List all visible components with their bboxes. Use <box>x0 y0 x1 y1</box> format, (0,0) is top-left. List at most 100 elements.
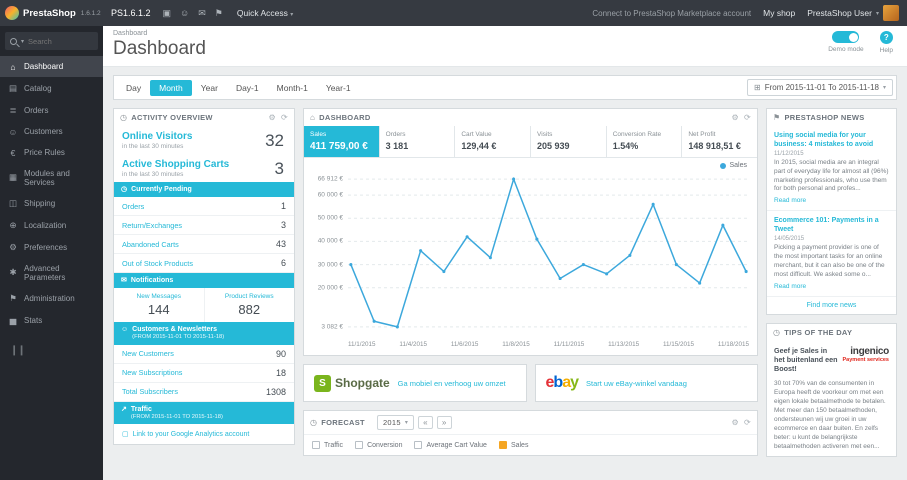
return-exchanges-row[interactable]: Return/Exchanges 3 <box>114 216 294 236</box>
pending-orders-row[interactable]: Orders 1 <box>114 197 294 217</box>
next-year-button[interactable]: » <box>436 416 452 429</box>
product-reviews-stat[interactable]: Product Reviews 882 <box>205 288 295 322</box>
kpi-conversion-rate[interactable]: Conversion Rate 1.54% <box>607 126 683 157</box>
kpi-visits[interactable]: Visits 205 939 <box>531 126 607 157</box>
prestashop-logo-zone[interactable]: PrestaShop 1.6.1.2 <box>0 0 103 26</box>
chart-x-labels: 11/1/2015 11/4/2015 11/6/2015 11/8/2015 11/1… <box>348 338 749 353</box>
breadcrumb: Dashboard <box>113 30 148 37</box>
sidebar-item-catalog[interactable]: ▤ Catalog <box>0 77 103 99</box>
checkbox-icon[interactable] <box>498 441 507 449</box>
news-item-title[interactable]: Ecommerce 101: Payments in a Tweet <box>774 216 889 234</box>
person-icon[interactable]: ☺ <box>180 8 189 19</box>
flag-icon[interactable]: ⚑ <box>215 8 223 19</box>
news-panel-title: PrestaShop News <box>784 113 865 122</box>
sidebar-item-label: Customers <box>24 127 63 136</box>
kpi-sales[interactable]: Sales 411 759,00 € <box>304 126 380 157</box>
news-item-title[interactable]: Using social media for your business: 4 … <box>774 131 889 149</box>
collapse-menu-button[interactable]: ❙❙ <box>0 341 103 360</box>
administration-icon: ⚑ <box>9 292 17 303</box>
news-icon: ⚑ <box>773 113 781 122</box>
page-header: Dashboard Dashboard Demo mode ? Help <box>103 26 907 67</box>
checkbox-icon[interactable] <box>414 441 423 449</box>
gear-icon[interactable]: ⚙ <box>269 113 276 122</box>
total-subscribers-row[interactable]: Total Subscribers 1308 <box>114 383 294 402</box>
ebay-link[interactable]: Start uw eBay-winkel vandaag <box>586 379 687 388</box>
tab-day-minus-1[interactable]: Day-1 <box>227 80 268 96</box>
new-customers-row[interactable]: New Customers 90 <box>114 345 294 364</box>
year-select[interactable]: 2015 ▾ <box>376 415 415 430</box>
my-shop-link[interactable]: My shop <box>763 8 795 18</box>
shopgate-link[interactable]: Ga mobiel en verhoog uw omzet <box>398 379 506 388</box>
refresh-icon[interactable]: ⟳ <box>744 113 751 122</box>
help-control: ? Help <box>880 31 893 54</box>
date-range-picker[interactable]: ⊞ From 2015-11-01 To 2015-11-18 ▾ <box>746 79 893 96</box>
news-item: Using social media for your business: 4 … <box>767 126 896 212</box>
tab-month-minus-1[interactable]: Month-1 <box>268 80 317 96</box>
abandoned-carts-row[interactable]: Abandoned Carts 43 <box>114 235 294 255</box>
kpi-value: 1.54% <box>612 141 639 151</box>
gear-icon[interactable]: ⚙ <box>732 418 739 427</box>
sidebar-item-shipping[interactable]: ◫ Shipping <box>0 192 103 214</box>
kpi-net-profit[interactable]: Net Profit 148 918,51 € <box>682 126 757 157</box>
new-messages-stat[interactable]: New Messages 144 <box>114 288 205 323</box>
sidebar-item-localization[interactable]: ⊕ Localization <box>0 214 103 236</box>
shipping-icon: ◫ <box>8 197 18 208</box>
forecast-option-sales[interactable]: Sales <box>498 441 528 449</box>
online-visitors-metric[interactable]: Online Visitors in the last 30 minutes 3… <box>114 126 294 154</box>
gear-icon[interactable]: ⚙ <box>732 113 739 122</box>
quick-access-dropdown[interactable]: Quick Access ▾ <box>237 8 293 18</box>
caret-down-icon[interactable]: ▾ <box>21 38 24 45</box>
row-value: 1 <box>280 201 286 212</box>
out-of-stock-row[interactable]: Out of Stock Products 6 <box>114 254 294 274</box>
search-input[interactable] <box>28 36 93 46</box>
forecast-option-traffic[interactable]: Traffic <box>312 441 343 449</box>
tab-year[interactable]: Year <box>192 80 227 96</box>
shopgate-promo: S Shopgate Ga mobiel en verhoog uw omzet <box>303 364 527 402</box>
sidebar-item-modules[interactable]: ▦ Modules and Services <box>0 163 103 192</box>
refresh-icon[interactable]: ⟳ <box>281 113 288 122</box>
forecast-icon: ◷ <box>310 418 318 427</box>
forecast-option-conversion[interactable]: Conversion <box>355 441 402 449</box>
demo-mode-toggle[interactable] <box>832 31 860 43</box>
sidebar-item-administration[interactable]: ⚑ Administration <box>0 287 103 309</box>
checkbox-icon[interactable] <box>312 441 320 449</box>
tab-day[interactable]: Day <box>117 80 150 96</box>
sidebar-search[interactable]: ▾ <box>5 32 98 50</box>
kpi-cart-value[interactable]: Cart Value 129,44 € <box>455 126 532 157</box>
sidebar-item-orders[interactable]: ≣ Orders <box>0 99 103 121</box>
user-menu[interactable]: PrestaShop User ▾ <box>807 5 899 21</box>
find-more-news-link[interactable]: Find more news <box>767 297 896 314</box>
ebay-letter: a <box>562 374 571 391</box>
new-subscriptions-row[interactable]: New Subscriptions 18 <box>114 364 294 383</box>
brand-version: 1.6.1.2 <box>80 9 101 17</box>
help-icon[interactable]: ? <box>879 31 893 44</box>
read-more-link[interactable]: Read more <box>774 283 806 290</box>
y-axis-tick-label: 50 000 € <box>317 214 343 222</box>
checkbox-icon[interactable] <box>355 441 364 449</box>
envelope-icon[interactable]: ✉ <box>198 8 206 19</box>
sidebar-item-dashboard[interactable]: ⌂ Dashboard <box>0 56 103 77</box>
marketplace-link[interactable]: Connect to PrestaShop Marketplace accoun… <box>592 9 751 18</box>
forecast-option-average-cart-value[interactable]: Average Cart Value <box>414 441 487 449</box>
cart-icon[interactable]: ▣ <box>163 8 172 19</box>
read-more-link[interactable]: Read more <box>774 197 806 204</box>
user-avatar <box>883 5 899 21</box>
prev-year-button[interactable]: « <box>418 416 433 429</box>
section-title: Notifications <box>130 277 174 285</box>
tab-year-minus-1[interactable]: Year-1 <box>317 80 360 96</box>
sidebar-item-label: Stats <box>24 315 43 325</box>
refresh-icon[interactable]: ⟳ <box>744 418 751 427</box>
sidebar-item-advanced-parameters[interactable]: ✱ Advanced Parameters <box>0 258 103 287</box>
sidebar-item-price-rules[interactable]: € Price Rules <box>0 142 103 163</box>
customers-newsletters-header: ☺ Customers & Newsletters (FROM 2015-11-… <box>114 322 294 345</box>
google-analytics-link[interactable]: ▢ Link to your Google Analytics account <box>114 424 294 444</box>
shop-version-label: PS1.6.1.2 <box>111 8 151 18</box>
tab-month[interactable]: Month <box>150 79 192 96</box>
kpi-orders[interactable]: Orders 3 181 <box>380 126 456 157</box>
option-label: Conversion <box>367 441 403 449</box>
row-label: New Customers <box>122 349 174 359</box>
sidebar-item-preferences[interactable]: ⚙ Preferences <box>0 236 103 258</box>
active-carts-metric[interactable]: Active Shopping Carts in the last 30 min… <box>114 154 294 182</box>
sidebar-item-stats[interactable]: ▅ Stats <box>0 309 103 331</box>
sidebar-item-customers[interactable]: ☺ Customers <box>0 121 103 142</box>
